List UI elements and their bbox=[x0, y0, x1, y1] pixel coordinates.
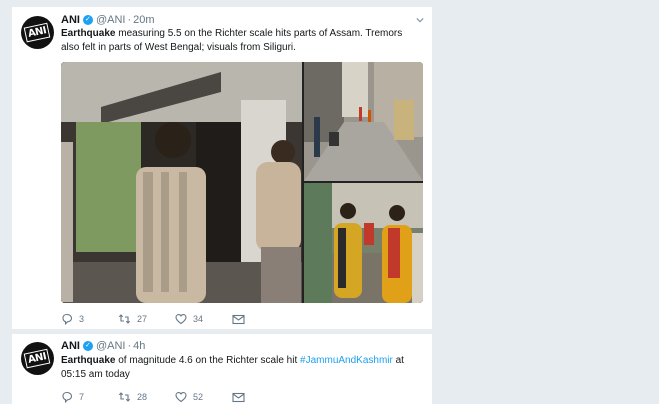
like-action[interactable]: 34 bbox=[175, 313, 232, 325]
author-name[interactable]: ANI bbox=[61, 340, 80, 352]
message-action[interactable] bbox=[232, 314, 289, 325]
verified-badge-icon: ✓ bbox=[82, 341, 93, 351]
photo-main[interactable] bbox=[61, 62, 302, 303]
timeline: ANI ANI ✓ @ANI · 20m Earthquake measurin… bbox=[12, 0, 432, 404]
tweet-keyword: Earthquake bbox=[61, 355, 116, 366]
retweet-action[interactable]: 28 bbox=[118, 391, 175, 403]
message-icon bbox=[232, 392, 245, 402]
photo-street[interactable] bbox=[304, 62, 423, 181]
tweet-header: ANI ✓ @ANI · 4h bbox=[61, 340, 145, 352]
reply-action[interactable]: 3 bbox=[61, 313, 118, 325]
tweet-card[interactable]: ANI ANI ✓ @ANI · 20m Earthquake measurin… bbox=[12, 7, 432, 329]
hashtag-link[interactable]: #JammuAndKashmir bbox=[300, 355, 393, 366]
avatar[interactable]: ANI bbox=[21, 16, 54, 49]
earthquake-photo-image bbox=[61, 62, 302, 303]
like-count: 52 bbox=[193, 392, 204, 402]
verified-badge-icon: ✓ bbox=[82, 15, 93, 25]
separator: · bbox=[127, 340, 132, 352]
tweet-actions: 3 27 34 bbox=[61, 313, 289, 325]
reply-icon bbox=[62, 313, 73, 325]
author-handle[interactable]: @ANI bbox=[96, 14, 126, 26]
reply-count: 3 bbox=[79, 314, 85, 324]
like-icon bbox=[175, 314, 187, 325]
tweet-timestamp[interactable]: 4h bbox=[133, 340, 145, 352]
reply-count: 7 bbox=[79, 392, 85, 402]
retweet-count: 28 bbox=[137, 392, 148, 402]
retweet-action[interactable]: 27 bbox=[118, 313, 175, 325]
tweet-body: of magnitude 4.6 on the Richter scale hi… bbox=[115, 355, 301, 366]
photo-people[interactable] bbox=[304, 183, 423, 303]
retweet-icon bbox=[118, 392, 131, 402]
ani-logo: ANI bbox=[24, 22, 51, 43]
like-icon bbox=[175, 392, 187, 403]
like-count: 34 bbox=[193, 314, 204, 324]
tweet-text: Earthquake measuring 5.5 on the Richter … bbox=[61, 27, 421, 55]
retweet-icon bbox=[118, 314, 131, 324]
tweet-keyword: Earthquake bbox=[61, 28, 116, 39]
retweet-count: 27 bbox=[137, 314, 148, 324]
author-name[interactable]: ANI bbox=[61, 14, 80, 26]
chevron-down-icon[interactable] bbox=[416, 16, 424, 24]
tweet-actions: 7 28 52 bbox=[61, 391, 289, 403]
message-action[interactable] bbox=[232, 392, 289, 403]
people-photo-image bbox=[304, 183, 423, 303]
tweet-timestamp[interactable]: 20m bbox=[133, 14, 154, 26]
reply-action[interactable]: 7 bbox=[61, 391, 118, 403]
avatar[interactable]: ANI bbox=[21, 342, 54, 375]
tweet-card[interactable]: ANI ANI ✓ @ANI · 4h Earthquake of magnit… bbox=[12, 334, 432, 404]
tweet-header: ANI ✓ @ANI · 20m bbox=[61, 14, 155, 26]
author-handle[interactable]: @ANI bbox=[96, 340, 126, 352]
street-photo-image bbox=[304, 62, 423, 181]
media-grid[interactable] bbox=[61, 62, 423, 303]
ani-logo: ANI bbox=[24, 348, 51, 369]
like-action[interactable]: 52 bbox=[175, 391, 232, 403]
message-icon bbox=[232, 314, 245, 324]
separator: · bbox=[127, 14, 132, 26]
tweet-text: Earthquake of magnitude 4.6 on the Richt… bbox=[61, 354, 421, 382]
reply-icon bbox=[62, 391, 73, 403]
